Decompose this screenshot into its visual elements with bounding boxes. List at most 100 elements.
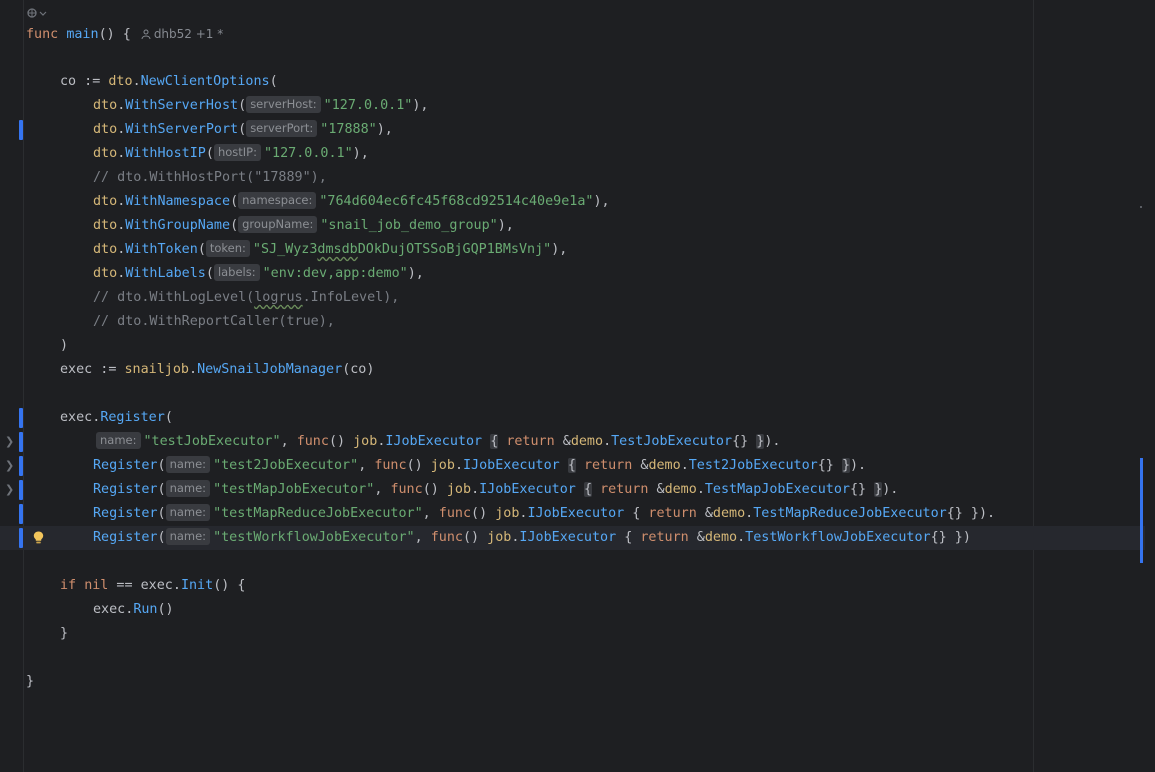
code-line[interactable]: exec := snailjob.NewSnailJobManager(co): [0, 358, 1145, 382]
ai-assistant-icon[interactable]: [26, 6, 48, 20]
type-ref[interactable]: IJobExecutor: [385, 434, 482, 449]
keyword: return: [583, 458, 633, 473]
code-author-hint[interactable]: dhb52 +1 *: [141, 27, 223, 41]
type-ref[interactable]: IJobExecutor: [519, 530, 616, 545]
function-call[interactable]: WithServerPort: [125, 122, 238, 137]
string-literal: "testJobExecutor": [143, 434, 281, 449]
keyword: return: [506, 434, 555, 449]
function-call[interactable]: Register: [93, 482, 158, 497]
folded-region[interactable]: {: [567, 458, 576, 473]
code-line[interactable]: exec.Run(): [0, 598, 1145, 622]
folded-region[interactable]: }: [756, 434, 765, 449]
type-ref[interactable]: Test2JobExecutor: [689, 458, 818, 473]
code-line[interactable]: }: [0, 670, 1145, 694]
function-call[interactable]: WithHostIP: [125, 146, 206, 161]
type-ref[interactable]: IJobExecutor: [463, 458, 560, 473]
package-ref: dto: [93, 242, 118, 257]
lightbulb-icon[interactable]: [33, 531, 44, 544]
code-line[interactable]: Register(name: "testMapReduceJobExecutor"…: [0, 502, 1145, 526]
parameter-hint: groupName:: [238, 216, 318, 233]
typo-highlight[interactable]: dmsdb: [317, 242, 357, 257]
change-marker[interactable]: [19, 504, 23, 524]
keyword: func: [430, 530, 463, 545]
keyword: func: [296, 434, 329, 449]
code-line[interactable]: dto.WithGroupName(groupName: "snail_job_d…: [0, 214, 1145, 238]
type-ref[interactable]: TestJobExecutor: [611, 434, 732, 449]
folded-region[interactable]: {: [583, 482, 592, 497]
function-call[interactable]: WithLabels: [125, 266, 206, 281]
change-marker[interactable]: [19, 120, 23, 140]
code-line[interactable]: ❯ Register(name: "testMapJobExecutor", fu…: [0, 478, 1145, 502]
folded-region[interactable]: {: [490, 434, 499, 449]
code-text: exec: [93, 602, 126, 617]
function-call[interactable]: Run: [133, 602, 157, 617]
code-text: }: [60, 626, 69, 641]
scrollbar-marker[interactable]: [1140, 206, 1142, 208]
code-line[interactable]: if nil == exec.Init() {: [0, 574, 1145, 598]
code-line[interactable]: ❯ Register(name: "test2JobExecutor", func…: [0, 454, 1145, 478]
code-line[interactable]: ❯ name: "testJobExecutor", func() job.IJo…: [0, 430, 1145, 454]
package-ref: job: [495, 506, 520, 521]
code-line[interactable]: exec.Register(: [0, 406, 1145, 430]
function-call[interactable]: NewSnailJobManager: [197, 362, 342, 377]
change-marker[interactable]: [19, 528, 23, 548]
function-call[interactable]: WithServerHost: [125, 98, 238, 113]
folded-region[interactable]: }: [874, 482, 883, 497]
function-call[interactable]: Register: [93, 458, 158, 473]
code-line[interactable]: }: [0, 622, 1145, 646]
code-line-current[interactable]: Register(name: "testWorkflowJobExecutor",…: [0, 526, 1145, 550]
code-text: () {: [98, 27, 131, 42]
function-call[interactable]: WithGroupName: [125, 218, 230, 233]
code-text: exec: [140, 578, 173, 593]
code-line[interactable]: dto.WithServerPort(serverPort: "17888"),: [0, 118, 1145, 142]
fold-chevron-icon[interactable]: ❯: [5, 478, 14, 502]
code-line[interactable]: // dto.WithReportCaller(true),: [0, 310, 1145, 334]
function-call[interactable]: Register: [93, 506, 158, 521]
string-literal: "snail_job_demo_group": [320, 218, 498, 233]
code-comment: // dto.WithLogLevel(logrus.InfoLevel),: [93, 286, 399, 310]
fold-chevron-icon[interactable]: ❯: [5, 430, 14, 454]
code-line[interactable]: co := dto.NewClientOptions(: [0, 70, 1145, 94]
code-line[interactable]: dto.WithLabels(labels: "env:dev,app:demo"…: [0, 262, 1145, 286]
code-line[interactable]: // dto.WithLogLevel(logrus.InfoLevel),: [0, 286, 1145, 310]
typo-highlight[interactable]: logrus: [254, 290, 302, 305]
string-literal: "test2JobExecutor": [213, 458, 359, 473]
code-text: (co): [342, 362, 375, 377]
parameter-hint: name:: [165, 528, 211, 545]
fold-chevron-icon[interactable]: ❯: [5, 454, 14, 478]
function-call[interactable]: NewClientOptions: [141, 74, 270, 89]
function-call[interactable]: Register: [100, 410, 165, 425]
code-line[interactable]: dto.WithToken(token: "SJ_Wyz3dmsdbDOkDujO…: [0, 238, 1145, 262]
type-ref[interactable]: IJobExecutor: [527, 506, 624, 521]
folded-region[interactable]: }: [841, 458, 850, 473]
function-call[interactable]: Init: [181, 578, 213, 593]
type-ref[interactable]: TestWorkflowJobExecutor: [745, 530, 930, 545]
scrollbar-change-marker[interactable]: [1140, 458, 1143, 563]
code-line[interactable]: dto.WithServerHost(serverHost: "127.0.0.1…: [0, 94, 1145, 118]
string-literal: "17888": [320, 122, 377, 137]
function-call[interactable]: Register: [93, 530, 158, 545]
code-line[interactable]: ): [0, 334, 1145, 358]
package-ref: job: [430, 458, 455, 473]
string-literal: "SJ_Wyz3: [252, 242, 318, 257]
code-text: exec :=: [60, 362, 125, 377]
code-editor[interactable]: func main() { dhb52 +1 * co := dto.NewCli…: [0, 0, 1155, 772]
change-marker[interactable]: [19, 480, 23, 500]
type-ref[interactable]: TestMapJobExecutor: [705, 482, 850, 497]
function-call[interactable]: WithNamespace: [125, 194, 230, 209]
person-icon: [141, 29, 151, 39]
type-ref[interactable]: IJobExecutor: [479, 482, 576, 497]
comment-text: .InfoLevel),: [302, 290, 400, 305]
code-line[interactable]: dto.WithHostIP(hostIP: "127.0.0.1"),: [0, 142, 1145, 166]
function-name[interactable]: main: [66, 27, 98, 42]
code-line[interactable]: // dto.WithHostPort("17889"),: [0, 166, 1145, 190]
keyword: return: [648, 506, 697, 521]
code-line[interactable]: func main() {dhb52 +1 *: [0, 22, 1145, 46]
change-marker[interactable]: [19, 432, 23, 452]
code-line[interactable]: dto.WithNamespace(namespace: "764d604ec6f…: [0, 190, 1145, 214]
string-literal: "764d604ec6fc45f68cd92514c40e9e1a": [319, 194, 594, 209]
function-call[interactable]: WithToken: [125, 242, 198, 257]
type-ref[interactable]: TestMapReduceJobExecutor: [753, 506, 946, 521]
change-marker[interactable]: [19, 456, 23, 476]
change-marker[interactable]: [19, 408, 23, 428]
